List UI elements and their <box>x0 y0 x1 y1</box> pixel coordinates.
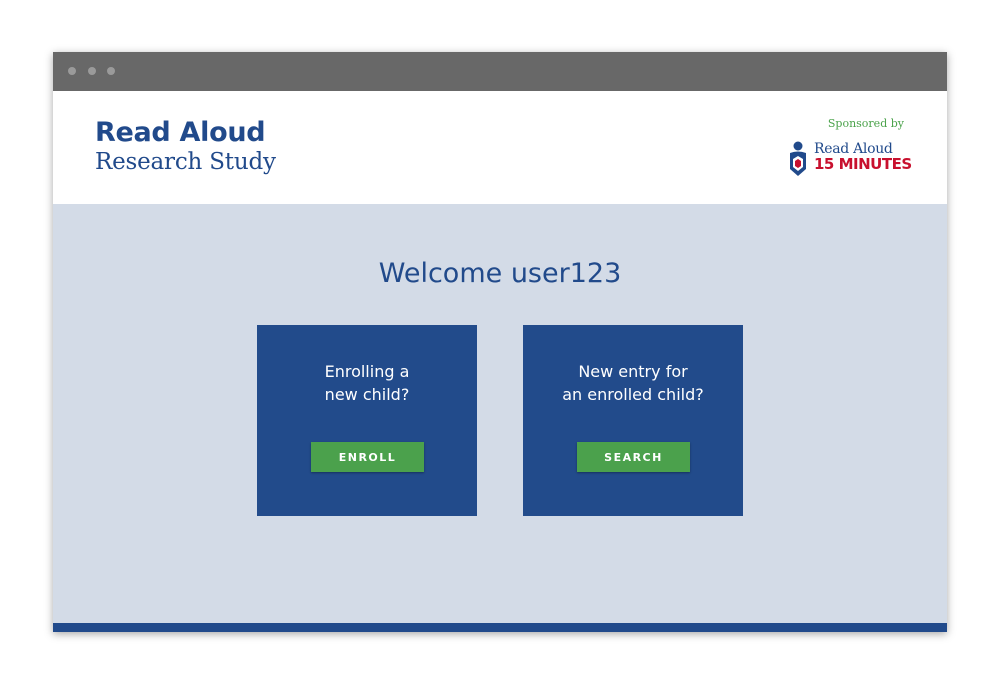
search-card: New entry for an enrolled child? SEARCH <box>523 325 743 516</box>
site-subtitle: Research Study <box>95 149 276 175</box>
welcome-heading: Welcome user123 <box>378 258 622 289</box>
browser-window: Read Aloud Research Study Sponsored by R… <box>53 52 947 632</box>
enroll-card-text: Enrolling a new child? <box>324 362 410 404</box>
window-dot-minimize[interactable] <box>88 67 96 75</box>
window-dot-close[interactable] <box>68 67 76 75</box>
reader-icon <box>790 141 806 176</box>
sponsor-logo-line2: 15 MINUTES <box>814 155 912 173</box>
search-card-text: New entry for an enrolled child? <box>562 362 704 404</box>
enroll-button[interactable]: ENROLL <box>311 442 424 472</box>
search-button[interactable]: SEARCH <box>577 442 690 472</box>
site-header: Read Aloud Research Study Sponsored by R… <box>53 91 947 204</box>
browser-chrome <box>53 52 947 91</box>
sponsor-logo[interactable]: Read Aloud 15 MINUTES <box>788 141 918 177</box>
site-title: Read Aloud <box>95 117 266 148</box>
window-dot-maximize[interactable] <box>107 67 115 75</box>
footer-bar <box>53 623 947 632</box>
enroll-card: Enrolling a new child? ENROLL <box>257 325 477 516</box>
sponsor-label: Sponsored by <box>827 117 904 130</box>
